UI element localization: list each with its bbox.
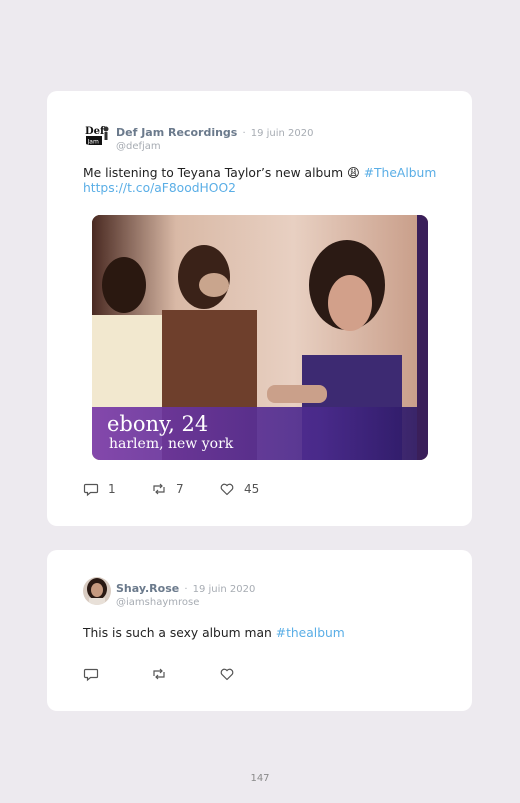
author-name[interactable]: Shay.Rose bbox=[116, 582, 179, 595]
retweet-button[interactable] bbox=[151, 666, 167, 682]
profile-photo-icon bbox=[83, 577, 111, 605]
hashtag-link[interactable]: #thealbum bbox=[276, 626, 345, 640]
hashtag-link[interactable]: #TheAlbum bbox=[364, 166, 437, 180]
retweet-button[interactable]: 7 bbox=[151, 481, 184, 497]
date-separator: · bbox=[242, 128, 246, 139]
like-count: 45 bbox=[244, 482, 260, 496]
like-button[interactable]: 45 bbox=[219, 481, 259, 497]
retweet-icon bbox=[153, 668, 165, 680]
author-handle[interactable]: @iamshaymrose bbox=[116, 597, 255, 608]
retweet-count: 7 bbox=[176, 482, 184, 496]
avatar[interactable]: Def Jam bbox=[83, 121, 111, 149]
reply-button[interactable]: 1 bbox=[83, 481, 116, 497]
avatar[interactable] bbox=[83, 577, 111, 605]
author-handle[interactable]: @defjam bbox=[116, 141, 313, 152]
tweet-media[interactable]: ebony, 24 harlem, new york bbox=[92, 215, 428, 460]
tweet-text: Me listening to Teyana Taylor’s new albu… bbox=[83, 166, 442, 196]
retweet-icon bbox=[153, 483, 165, 495]
author-name[interactable]: Def Jam Recordings bbox=[116, 126, 237, 139]
def-jam-logo-icon: Def Jam bbox=[83, 121, 111, 149]
gif-image: ebony, 24 harlem, new york bbox=[92, 215, 428, 460]
page-number: 147 bbox=[250, 773, 270, 784]
reply-icon bbox=[83, 668, 99, 682]
tweet-body: Me listening to Teyana Taylor’s new albu… bbox=[83, 166, 364, 180]
tweet-date[interactable]: 19 juin 2020 bbox=[251, 128, 314, 139]
heart-icon bbox=[220, 668, 234, 681]
tweet-text: This is such a sexy album man #thealbum bbox=[83, 626, 442, 641]
tweet-date[interactable]: 19 juin 2020 bbox=[193, 584, 256, 595]
url-link[interactable]: https://t.co/aF8oodHOO2 bbox=[83, 181, 236, 195]
svg-text:Def: Def bbox=[85, 126, 105, 137]
reply-icon bbox=[83, 483, 99, 497]
reply-count: 1 bbox=[108, 482, 116, 496]
caption-name: ebony, 24 bbox=[107, 412, 208, 436]
svg-text:Jam: Jam bbox=[87, 139, 99, 146]
tweet-card: Def Jam Def Jam Recordings · 19 juin 202… bbox=[47, 91, 472, 526]
heart-icon bbox=[220, 483, 234, 496]
tweet-body: This is such a sexy album man bbox=[83, 626, 276, 640]
tweet-card: Shay.Rose · 19 juin 2020 @iamshaymrose T… bbox=[47, 550, 472, 711]
caption-place: harlem, new york bbox=[109, 436, 234, 452]
like-button[interactable] bbox=[219, 666, 235, 682]
reply-button[interactable] bbox=[83, 666, 99, 682]
date-separator: · bbox=[184, 584, 188, 595]
